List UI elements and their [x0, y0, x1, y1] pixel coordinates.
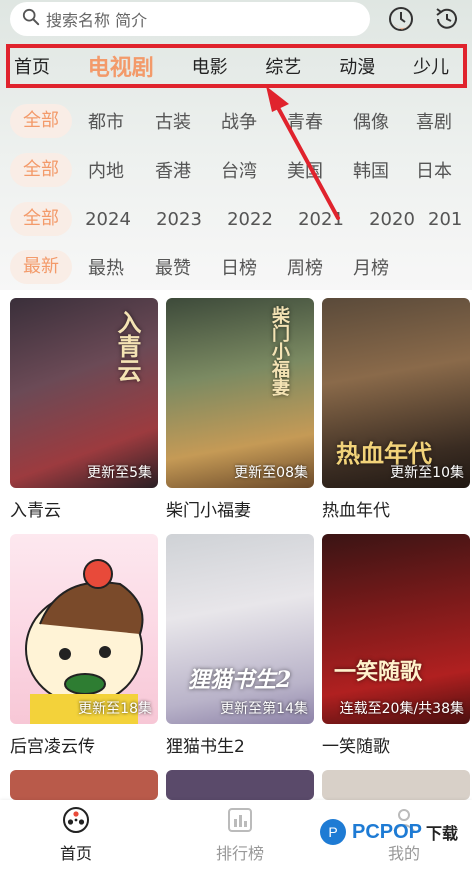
show-poster[interactable]: 一笑随歌 连载至20集/共38集	[322, 534, 470, 724]
filter-chip[interactable]: 2021	[286, 209, 356, 230]
show-card[interactable]: 柴门小福妻 更新至08集 柴门小福妻	[166, 298, 314, 521]
show-card[interactable]: 更新至18集 后宫凌云传	[10, 534, 158, 757]
svg-text:P: P	[328, 824, 337, 840]
show-poster[interactable]: 热血年代 更新至10集	[322, 298, 470, 488]
filter-chip[interactable]: 全部	[10, 153, 72, 187]
show-card[interactable]	[166, 770, 314, 800]
episode-badge: 更新至08集	[234, 465, 308, 481]
show-card[interactable]	[322, 770, 470, 800]
watermark-suffix: 下载	[426, 824, 459, 843]
search-row: 搜索名称 简介	[0, 0, 472, 40]
filter-chip[interactable]: 2022	[214, 209, 286, 230]
show-poster[interactable]: 狸猫书生2 更新至第14集	[166, 534, 314, 724]
filter-chip[interactable]: 全部	[10, 202, 72, 236]
episode-badge: 连载至20集/共38集	[339, 701, 464, 717]
filter-chip[interactable]: 201	[428, 209, 468, 230]
filter-chip[interactable]: 周榜	[272, 254, 338, 280]
poster-art-title: 入青云	[113, 310, 142, 382]
filter-chip[interactable]: 最赞	[140, 254, 206, 280]
search-placeholder: 搜索名称 简介	[46, 11, 148, 30]
show-poster[interactable]	[322, 770, 470, 800]
filter-chip[interactable]: 台湾	[206, 157, 272, 183]
filter-chip[interactable]: 韩国	[338, 157, 404, 183]
episode-badge: 更新至5集	[87, 465, 152, 481]
episode-badge: 更新至18集	[78, 701, 152, 717]
filter-chip[interactable]: 都市	[72, 108, 140, 134]
show-poster[interactable]: 柴门小福妻 更新至08集	[166, 298, 314, 488]
show-card[interactable]: 热血年代 更新至10集 热血年代	[322, 298, 470, 521]
filter-chip[interactable]: 2020	[356, 209, 428, 230]
year-filter-row: 全部 2024 2023 2022 2021 2020 201	[10, 202, 472, 236]
show-title[interactable]: 狸猫书生2	[166, 732, 314, 757]
show-card[interactable]: 入青云 更新至5集 入青云	[10, 298, 158, 521]
filter-chip[interactable]: 最热	[72, 254, 140, 280]
sort-filter-row: 最新 最热 最赞 日榜 周榜 月榜	[10, 250, 472, 284]
filter-chip[interactable]: 日本	[404, 157, 464, 183]
show-title[interactable]: 热血年代	[322, 496, 470, 521]
show-title[interactable]: 柴门小福妻	[166, 496, 314, 521]
tab-tv-series[interactable]: 电视剧	[88, 50, 154, 82]
search-input[interactable]: 搜索名称 简介	[10, 2, 370, 36]
category-nav: 首页 电视剧 电影 综艺 动漫 少儿	[6, 44, 467, 88]
film-reel-icon	[63, 806, 89, 833]
episode-badge: 更新至第14集	[220, 701, 308, 717]
chart-icon	[228, 807, 252, 832]
filter-chip[interactable]: 月榜	[338, 254, 404, 280]
filter-chip[interactable]: 日榜	[206, 254, 272, 280]
show-card[interactable]: 一笑随歌 连载至20集/共38集 一笑随歌	[322, 534, 470, 757]
filter-chip[interactable]: 喜剧	[404, 108, 464, 134]
history-icon[interactable]	[386, 4, 416, 34]
watermark-brand: PCPOP	[352, 820, 423, 843]
pcpop-logo-icon: P	[320, 819, 346, 845]
poster-art-title: 狸猫书生2	[188, 667, 292, 693]
watermark-logo: P PCPOP 下载	[318, 812, 458, 852]
show-title[interactable]: 后宫凌云传	[10, 732, 158, 757]
filter-chip[interactable]: 2023	[144, 209, 214, 230]
nav-label: 首页	[59, 843, 92, 863]
filter-chip[interactable]: 全部	[10, 104, 72, 138]
tab-kids[interactable]: 少儿	[413, 53, 449, 79]
tab-home[interactable]: 首页	[14, 53, 50, 79]
poster-art-title: 一笑随歌	[334, 659, 423, 685]
region-filter-row: 全部 内地 香港 台湾 美国 韩国 日本	[10, 153, 472, 187]
episode-badge: 更新至10集	[390, 465, 464, 481]
filter-chip[interactable]: 偶像	[338, 108, 404, 134]
filter-chip[interactable]: 最新	[10, 250, 72, 284]
tab-variety[interactable]: 综艺	[265, 53, 301, 79]
filter-chip[interactable]: 古装	[140, 108, 206, 134]
clock-rewind-icon[interactable]	[432, 4, 462, 34]
show-poster[interactable]	[166, 770, 314, 800]
filter-chip[interactable]: 内地	[72, 157, 140, 183]
show-card[interactable]: 狸猫书生2 更新至第14集 狸猫书生2	[166, 534, 314, 757]
search-icon	[22, 8, 40, 30]
nav-home[interactable]: 首页	[16, 800, 136, 869]
filter-chip[interactable]: 香港	[140, 157, 206, 183]
cartoon-character-icon	[25, 559, 144, 724]
filter-chip[interactable]: 2024	[72, 209, 144, 230]
show-poster[interactable]: 入青云 更新至5集	[10, 298, 158, 488]
show-poster[interactable]	[10, 770, 158, 800]
filter-chip[interactable]: 美国	[272, 157, 338, 183]
show-poster[interactable]: 更新至18集	[10, 534, 158, 724]
show-card[interactable]	[10, 770, 158, 800]
tab-movies[interactable]: 电影	[192, 53, 228, 79]
filter-chip[interactable]: 青春	[272, 108, 338, 134]
tab-anime[interactable]: 动漫	[339, 53, 375, 79]
nav-label: 排行榜	[215, 843, 264, 863]
show-title[interactable]: 入青云	[10, 496, 158, 521]
genre-filter-row: 全部 都市 古装 战争 青春 偶像 喜剧	[10, 104, 472, 138]
filter-chip[interactable]: 战争	[206, 108, 272, 134]
poster-art-title: 柴门小福妻	[269, 306, 290, 396]
show-title[interactable]: 一笑随歌	[322, 732, 470, 757]
nav-ranking[interactable]: 排行榜	[180, 800, 300, 869]
